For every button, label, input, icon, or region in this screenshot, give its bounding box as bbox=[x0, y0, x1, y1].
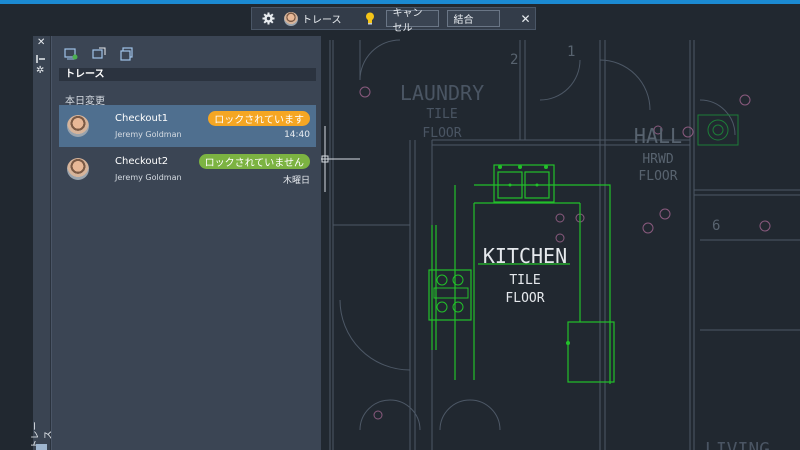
new-trace-icon[interactable] bbox=[64, 47, 78, 63]
trace-timestamp: 14:40 bbox=[284, 130, 310, 140]
trace-timestamp: 木曜日 bbox=[282, 176, 310, 186]
trace-author: Jeremy Goldman bbox=[115, 130, 182, 139]
gear-icon[interactable]: ✲ bbox=[36, 65, 44, 76]
room-number: 6 bbox=[712, 218, 720, 234]
hall-floor-label: HRWD bbox=[642, 152, 673, 167]
status-badge: ロックされています bbox=[208, 111, 310, 126]
trace-name: Checkout2 bbox=[115, 156, 169, 167]
trace-author: Jeremy Goldman bbox=[115, 173, 182, 182]
kitchen-floor-label: FLOOR bbox=[505, 291, 544, 306]
palette-toolbar bbox=[64, 47, 134, 63]
room-number: 1 bbox=[567, 44, 575, 60]
avatar bbox=[284, 11, 298, 26]
trace-palette: トレース 本日変更 Checkout1 Jeremy Goldman ロックされ… bbox=[51, 36, 321, 450]
kitchen-label: KITCHEN bbox=[483, 244, 567, 268]
lightbulb-icon[interactable] bbox=[362, 11, 378, 27]
laundry-floor-label: TILE bbox=[426, 107, 457, 122]
toolbar-title: トレース bbox=[302, 15, 342, 26]
palette-header: トレース bbox=[59, 68, 316, 81]
trace-toolbar: トレース キャンセル 結合 ✕ bbox=[251, 7, 536, 34]
avatar bbox=[67, 158, 89, 180]
list-item[interactable]: Checkout2 Jeremy Goldman ロックされていません 木曜日 bbox=[59, 148, 316, 190]
laundry-label: LAUNDRY bbox=[400, 81, 484, 105]
close-icon[interactable]: ✕ bbox=[37, 37, 45, 48]
status-badge: ロックされていません bbox=[198, 154, 310, 169]
hall-floor-label: FLOOR bbox=[638, 169, 677, 184]
kitchen-floor-label: TILE bbox=[509, 273, 540, 288]
trace-list: Checkout1 Jeremy Goldman ロックされています 14:40… bbox=[59, 105, 316, 450]
trace-palette-icon[interactable] bbox=[36, 444, 47, 450]
avatar bbox=[67, 115, 89, 137]
close-icon[interactable]: ✕ bbox=[518, 11, 534, 27]
living-label: LIVING bbox=[705, 439, 770, 450]
merge-button[interactable]: 結合 bbox=[446, 10, 500, 27]
palette-title: トレース bbox=[65, 69, 105, 80]
import-trace-icon[interactable] bbox=[92, 47, 106, 63]
cancel-button[interactable]: キャンセル bbox=[385, 8, 439, 34]
gear-icon[interactable] bbox=[260, 11, 276, 27]
room-number: 2 bbox=[510, 52, 518, 68]
hall-label: HALL bbox=[634, 124, 682, 148]
palette-side-strip: ✕ ✲ トレース bbox=[31, 36, 54, 450]
trace-name: Checkout1 bbox=[115, 113, 169, 124]
autohide-icon[interactable] bbox=[36, 53, 46, 63]
list-item[interactable]: Checkout1 Jeremy Goldman ロックされています 14:40 bbox=[59, 105, 316, 147]
laundry-floor-label: FLOOR bbox=[422, 126, 461, 141]
copy-trace-icon[interactable] bbox=[120, 47, 134, 63]
